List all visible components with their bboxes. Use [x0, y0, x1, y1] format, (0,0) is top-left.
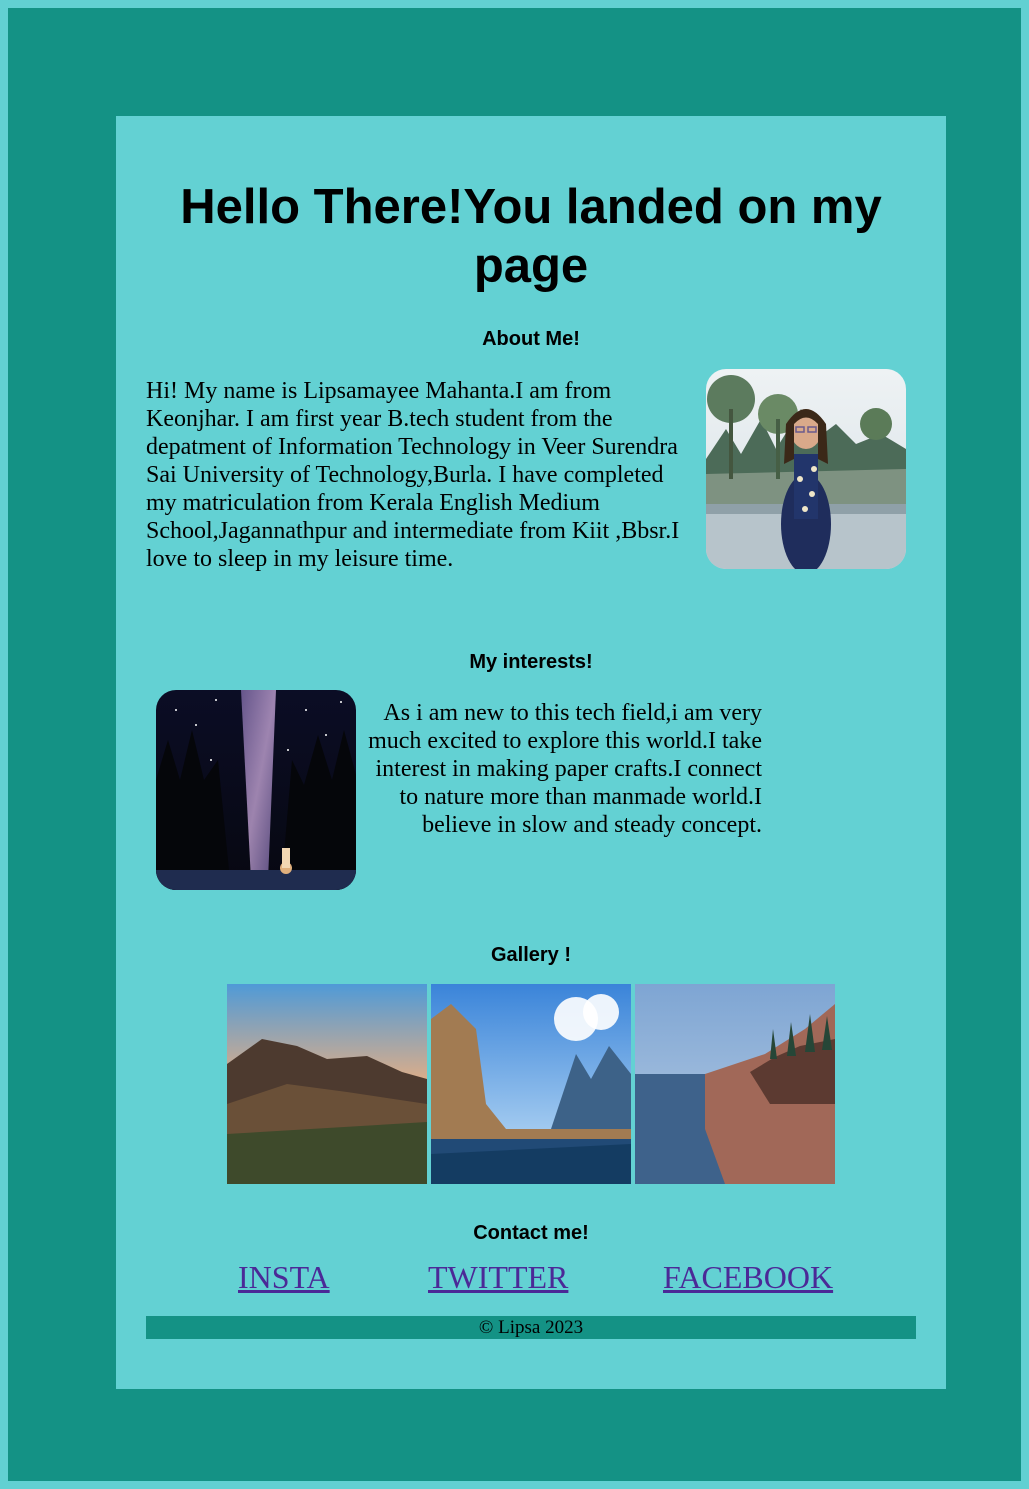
gallery-image-coast: [635, 984, 835, 1184]
page-background: Hello There!You landed on my page About …: [8, 8, 1021, 1481]
contact-heading: Contact me!: [473, 1222, 589, 1244]
profile-photo: [706, 369, 906, 569]
insta-link[interactable]: INSTA: [238, 1258, 330, 1296]
facebook-link[interactable]: FACEBOOK: [663, 1258, 833, 1296]
twitter-link[interactable]: TWITTER: [428, 1258, 568, 1296]
footer-bar: © Lipsa 2023: [146, 1316, 916, 1339]
gallery-image-valley: [431, 984, 631, 1184]
interests-text: As i am new to this tech field,i am very…: [368, 700, 762, 838]
night-sky-photo: [156, 690, 356, 890]
gallery-image-canyon: [227, 984, 427, 1184]
content-card: Hello There!You landed on my page About …: [116, 116, 946, 1389]
about-text: Hi! My name is Lipsamayee Mahanta.I am f…: [146, 378, 680, 572]
footer-text: © Lipsa 2023: [478, 1317, 584, 1338]
interests-heading: My interests!: [469, 651, 593, 673]
gallery-heading: Gallery !: [490, 944, 572, 966]
page-title: Hello There!You landed on my page: [180, 180, 882, 293]
about-heading: About Me!: [482, 328, 580, 350]
